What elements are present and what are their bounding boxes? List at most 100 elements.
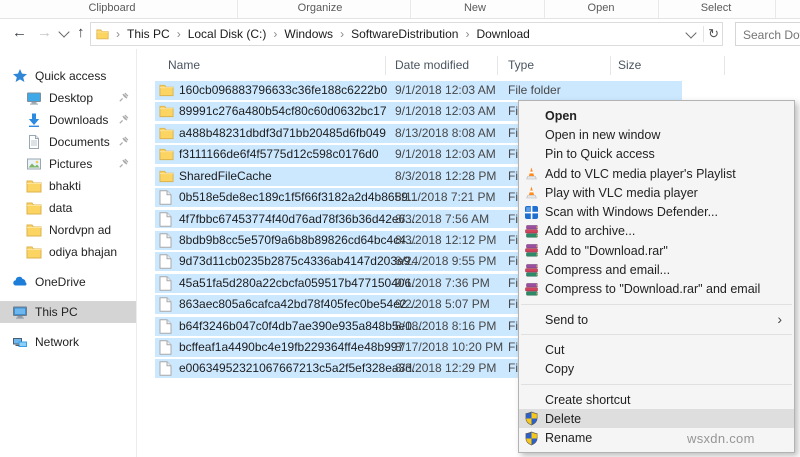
- file-name: 45a51fa5d280a22cbcfa059517b477150406...: [179, 276, 421, 290]
- file-date: 9/1/2018 12:03 AM: [395, 147, 496, 161]
- no-icon: [524, 342, 539, 357]
- folder-icon: [26, 200, 42, 216]
- computer-icon: [12, 304, 28, 320]
- menu-item-add-to-archive[interactable]: Add to archive...: [519, 222, 794, 241]
- file-explorer-window: Clipboard Organize New Open Select ← → ↑…: [0, 0, 800, 457]
- search-input[interactable]: [741, 24, 800, 46]
- column-divider[interactable]: [724, 56, 725, 75]
- menu-item-add-to-download-rar[interactable]: Add to "Download.rar": [519, 241, 794, 260]
- column-divider[interactable]: [610, 56, 611, 75]
- ribbon-group-select[interactable]: Select: [701, 2, 732, 14]
- address-bar[interactable]: › This PC › Local Disk (C:) › Windows › …: [90, 22, 723, 46]
- sidebar-item-odiya-bhajan[interactable]: odiya bhajan: [0, 241, 136, 263]
- ribbon-group-new[interactable]: New: [464, 2, 486, 14]
- folder-icon: [26, 178, 42, 194]
- file-name: bcffeaf1a4490bc4e19fb229364ff4e48b997: [179, 340, 404, 354]
- back-icon[interactable]: ←: [12, 23, 27, 43]
- column-divider[interactable]: [385, 56, 386, 75]
- file-date: 8/18/2018 8:16 PM: [395, 319, 496, 333]
- menu-item-cut[interactable]: Cut: [519, 340, 794, 359]
- sidebar-item-nordvpn-ad[interactable]: Nordvpn ad: [0, 219, 136, 241]
- crumb-local-disk-c[interactable]: Local Disk (C:): [188, 27, 267, 41]
- file-name: e00634952321067667213c5a2f5ef328ea3d...: [179, 361, 422, 375]
- address-dropdown-chevron-icon[interactable]: [685, 27, 696, 38]
- sidebar-item-documents[interactable]: Documents: [0, 131, 136, 153]
- ribbon-group-organize[interactable]: Organize: [298, 2, 343, 14]
- file-date: 8/17/2018 10:20 PM: [395, 340, 503, 354]
- menu-item-compress-and-email[interactable]: Compress and email...: [519, 260, 794, 279]
- file-name: SharedFileCache: [179, 169, 272, 183]
- forward-icon[interactable]: →: [37, 23, 52, 43]
- file-name: 863aec805a6cafca42bd78f405fec0be54e2...: [179, 297, 417, 311]
- menu-item-compress-to-download-rar-and-email[interactable]: Compress to "Download.rar" and email: [519, 280, 794, 299]
- sidebar-item-pictures[interactable]: Pictures: [0, 153, 136, 175]
- file-date: 9/1/2018 12:03 AM: [395, 83, 496, 97]
- desktop-icon: [26, 90, 42, 106]
- folder-icon: [159, 104, 174, 119]
- menu-item-pin-to-quick-access[interactable]: Pin to Quick access: [519, 145, 794, 164]
- sidebar-item-bhakti[interactable]: bhakti: [0, 175, 136, 197]
- sidebar-item-label: Network: [35, 335, 79, 349]
- sidebar-item-label: Nordvpn ad: [49, 223, 111, 237]
- submenu-chevron-icon: ›: [777, 311, 782, 327]
- sidebar-item-desktop[interactable]: Desktop: [0, 87, 136, 109]
- crumb-softwaredistribution[interactable]: SoftwareDistribution: [351, 27, 458, 41]
- ribbon-separator: [410, 0, 411, 18]
- breadcrumb: › This PC › Local Disk (C:) › Windows › …: [96, 23, 530, 45]
- folder-icon: [159, 83, 174, 98]
- file-date: 8/11/2018 7:21 PM: [395, 190, 496, 204]
- sidebar-item-network[interactable]: Network: [0, 331, 136, 353]
- watermark: wsxdn.com: [687, 431, 755, 446]
- no-icon: [524, 312, 539, 327]
- ribbon-group-open[interactable]: Open: [588, 2, 615, 14]
- winrar-books-icon: [524, 282, 539, 297]
- ribbon-separator: [775, 0, 776, 18]
- menu-item-create-shortcut[interactable]: Create shortcut: [519, 390, 794, 409]
- column-divider[interactable]: [497, 56, 498, 75]
- sidebar-item-data[interactable]: data: [0, 197, 136, 219]
- ribbon-separator: [658, 0, 659, 18]
- refresh-icon[interactable]: ↻: [708, 26, 719, 42]
- ribbon-group-clipboard[interactable]: Clipboard: [88, 2, 135, 14]
- uac-shield-icon: [524, 411, 539, 426]
- no-icon: [524, 362, 539, 377]
- column-header-type[interactable]: Type: [508, 58, 534, 72]
- pin-icon: [118, 136, 129, 147]
- sidebar-item-onedrive[interactable]: OneDrive: [0, 271, 136, 293]
- pictures-icon: [26, 156, 42, 172]
- menu-item-delete[interactable]: Delete: [519, 409, 794, 428]
- crumb-download[interactable]: Download: [476, 27, 529, 41]
- up-icon[interactable]: ↑: [77, 23, 85, 43]
- sidebar-item-downloads[interactable]: Downloads: [0, 109, 136, 131]
- recent-locations-chevron-icon[interactable]: [58, 26, 69, 37]
- navigation-pane: Quick access Desktop Downloads Documents: [0, 49, 137, 457]
- vlc-cone-icon: [524, 166, 539, 181]
- sidebar-item-this-pc[interactable]: This PC: [0, 301, 136, 323]
- pin-icon: [118, 114, 129, 125]
- menu-separator: [521, 334, 792, 335]
- file-row[interactable]: 160cb096883796633c36fe188c6222b0 9/1/201…: [155, 80, 682, 101]
- column-header-size[interactable]: Size: [618, 58, 641, 72]
- file-icon: [159, 233, 174, 248]
- file-type: File folder: [508, 83, 561, 97]
- menu-item-open-in-new-window[interactable]: Open in new window: [519, 125, 794, 144]
- menu-item-scan-with-windows-defender[interactable]: Scan with Windows Defender...: [519, 202, 794, 221]
- menu-item-copy[interactable]: Copy: [519, 360, 794, 379]
- file-date: 9/1/2018 7:36 PM: [395, 276, 490, 290]
- menu-item-open[interactable]: Open: [519, 106, 794, 125]
- column-header-name[interactable]: Name: [168, 58, 200, 72]
- menu-item-play-with-vlc[interactable]: Play with VLC media player: [519, 183, 794, 202]
- pin-icon: [118, 158, 129, 169]
- crumb-separator: ›: [177, 27, 181, 41]
- crumb-windows[interactable]: Windows: [284, 27, 333, 41]
- crumb-separator: ›: [116, 27, 120, 41]
- file-name: 160cb096883796633c36fe188c6222b0: [179, 83, 387, 97]
- sidebar-item-quick-access[interactable]: Quick access: [0, 65, 136, 87]
- menu-item-send-to[interactable]: Send to ›: [519, 310, 794, 329]
- column-header-date-modified[interactable]: Date modified: [395, 58, 469, 72]
- downloads-icon: [26, 112, 42, 128]
- menu-item-add-to-vlc-playlist[interactable]: Add to VLC media player's Playlist: [519, 164, 794, 183]
- crumb-this-pc[interactable]: This PC: [127, 27, 170, 41]
- file-date: 8/3/2018 12:12 PM: [395, 233, 496, 247]
- search-box: [735, 22, 800, 46]
